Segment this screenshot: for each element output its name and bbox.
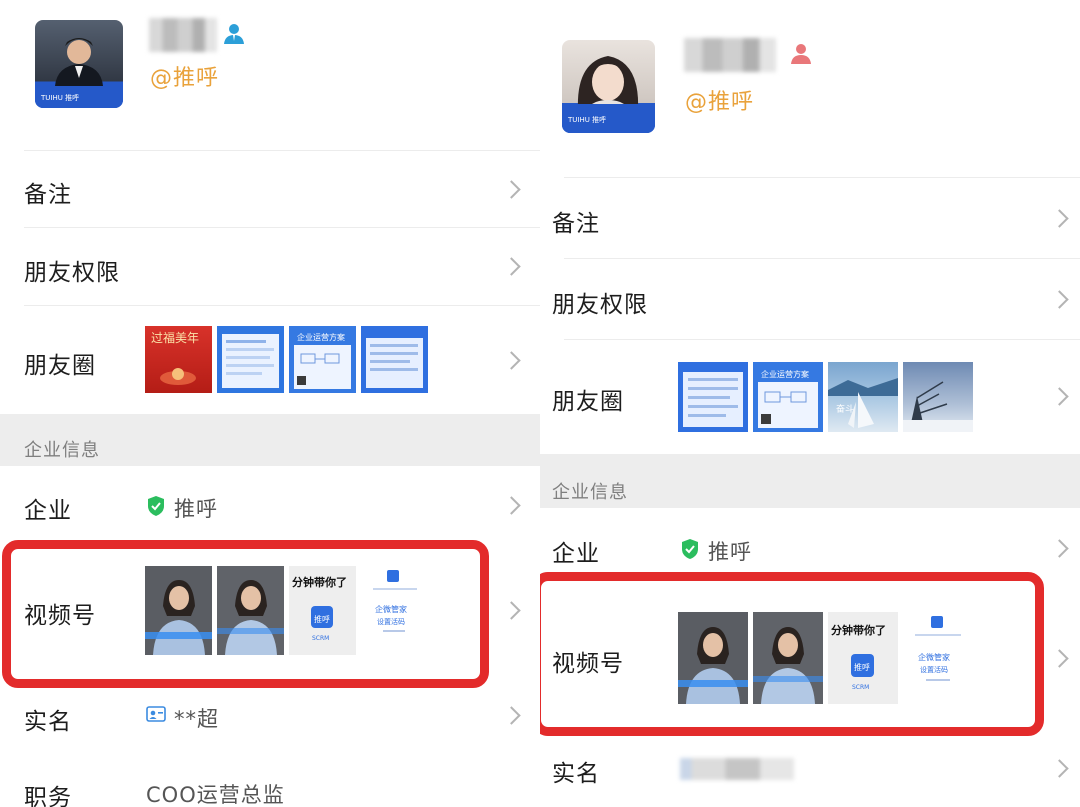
realname-label: 实名: [24, 709, 72, 735]
avatar-banner: TUIHU 推呼: [567, 115, 606, 124]
friend-permission-label: 朋友权限: [24, 260, 120, 286]
moments-thumb[interactable]: [678, 362, 748, 432]
section-title: 企业信息: [24, 440, 100, 461]
moments-thumb[interactable]: [217, 326, 284, 393]
wecom-handle: @推呼: [685, 90, 755, 115]
highlight-box: [2, 540, 489, 688]
realname-row[interactable]: 实名: [540, 730, 1080, 807]
chevron-right-icon: [1050, 209, 1069, 228]
realname-value-blurred: [680, 758, 794, 780]
shield-check-icon: [682, 539, 698, 559]
moments-thumb[interactable]: 企业运营方案: [289, 326, 356, 393]
svg-text:企业运营方案: 企业运营方案: [761, 369, 809, 379]
company-row[interactable]: 企业 推呼: [0, 466, 540, 544]
job-title-label: 职务: [24, 785, 72, 807]
chevron-right-icon: [1050, 387, 1069, 406]
moments-thumb[interactable]: 奋斗: [828, 362, 898, 432]
chevron-right-icon: [1050, 539, 1069, 558]
shield-check-icon: [148, 496, 164, 516]
nickname-blurred: [149, 18, 217, 52]
chevron-right-icon: [502, 706, 521, 725]
moments-thumb[interactable]: [903, 362, 973, 432]
moments-thumb[interactable]: 过福美年: [145, 326, 212, 393]
chevron-right-icon: [1050, 759, 1069, 778]
company-value: 推呼: [708, 540, 752, 564]
friend-permission-label: 朋友权限: [552, 292, 648, 318]
contact-card-right: TUIHU 推呼 @推呼 备注 朋友权限 朋友圈 企业运营方案 奋斗 企业信息 …: [540, 0, 1080, 807]
person-icon: [791, 44, 811, 64]
company-label: 企业: [24, 498, 72, 524]
svg-text:奋斗: 奋斗: [836, 403, 854, 415]
chevron-right-icon: [502, 351, 521, 370]
moments-thumb[interactable]: [361, 326, 428, 393]
avatar[interactable]: TUIHU 推呼: [35, 20, 123, 108]
job-title-row: 职务 COO运营总监: [0, 754, 540, 807]
company-value: 推呼: [174, 497, 218, 521]
chevron-right-icon: [502, 257, 521, 276]
svg-text:过福美年: 过福美年: [151, 330, 199, 345]
friend-permission-row[interactable]: 朋友权限: [0, 228, 540, 305]
realname-label: 实名: [552, 761, 600, 787]
friend-permission-row[interactable]: 朋友权限: [540, 259, 1080, 339]
section-header: 企业信息: [0, 414, 540, 466]
moments-thumbnails: 企业运营方案 奋斗: [678, 362, 973, 432]
moments-row[interactable]: 朋友圈 企业运营方案 奋斗: [540, 340, 1080, 454]
chevron-right-icon: [1050, 649, 1069, 668]
job-title-value: COO运营总监: [146, 783, 285, 807]
avatar-banner: TUIHU 推呼: [40, 93, 79, 102]
realname-value: **超: [174, 707, 219, 731]
nickname-blurred: [684, 38, 776, 72]
company-label: 企业: [552, 541, 600, 567]
chevron-right-icon: [502, 601, 521, 620]
contact-card-left: TUIHU 推呼 @推呼 备注 朋友权限 朋友圈 过福美年 企业运营方案 企业信…: [0, 0, 540, 807]
remark-label: 备注: [552, 211, 600, 237]
svg-text:企业运营方案: 企业运营方案: [297, 332, 345, 342]
section-header: 企业信息: [540, 454, 1080, 508]
moments-thumbnails: 过福美年 企业运营方案: [145, 326, 428, 393]
remark-row[interactable]: 备注: [540, 178, 1080, 258]
person-icon: [224, 24, 244, 44]
moments-label: 朋友圈: [24, 353, 96, 379]
moments-row[interactable]: 朋友圈 过福美年 企业运营方案: [0, 306, 540, 414]
wecom-handle: @推呼: [150, 66, 220, 91]
moments-label: 朋友圈: [552, 389, 624, 415]
remark-label: 备注: [24, 182, 72, 208]
chevron-right-icon: [1050, 290, 1069, 309]
id-card-icon: [146, 706, 166, 722]
remark-row[interactable]: 备注: [0, 151, 540, 227]
highlight-box: [540, 572, 1044, 736]
moments-thumb[interactable]: 企业运营方案: [753, 362, 823, 432]
chevron-right-icon: [502, 180, 521, 199]
chevron-right-icon: [502, 496, 521, 515]
section-title: 企业信息: [552, 482, 628, 503]
avatar[interactable]: TUIHU 推呼: [562, 40, 655, 133]
